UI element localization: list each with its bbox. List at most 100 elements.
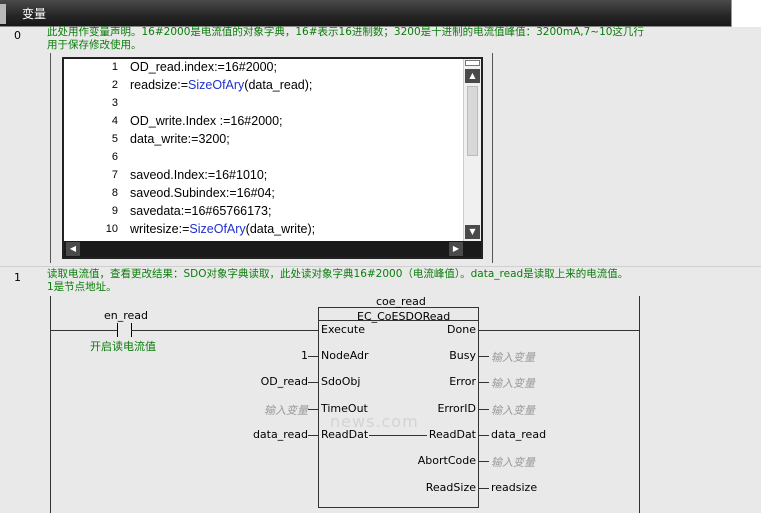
code-text[interactable]: OD_read.index:=16#2000; [130,60,277,74]
line-number: 3 [111,97,118,109]
code-text[interactable]: saveod.Subindex:=16#04; [130,186,275,200]
wire-rail-to-contact [50,330,117,331]
code-line[interactable]: 6 [64,149,464,167]
code-line[interactable]: 8 saveod.Subindex:=16#04; [64,185,464,203]
code-text-post: (data_read); [244,78,313,92]
inline-st-editor[interactable]: 1 OD_read.index:=16#2000; 2 readsize:=SizeO… [62,57,483,259]
code-line[interactable]: 9 savedata:=16#65766173; [64,203,464,221]
input-wire [308,409,318,410]
output-wire [479,409,489,410]
header-accent [0,4,6,24]
code-text-pre: OD_write.Index :=16#2000; [130,114,283,128]
left-power-rail [50,296,51,513]
fb-input-variable[interactable]: data_read [253,428,308,441]
scrollbar-thumb[interactable] [467,86,478,156]
fb-output-variable[interactable]: 输入变量 [491,402,535,418]
output-wire [479,488,489,489]
line-number: 9 [111,205,118,217]
code-lines[interactable]: 1 OD_read.index:=16#2000; 2 readsize:=SizeO… [64,59,464,241]
line-number: 8 [111,187,118,199]
fb-output-variable[interactable]: 输入变量 [491,349,535,365]
fb-input-pin[interactable]: NodeAdr [321,349,369,362]
line-number: 2 [111,79,118,91]
fb-instance-name[interactable]: coe_read [376,295,426,308]
code-line[interactable]: 7 saveod.Index:=16#1010; [64,167,464,185]
scroll-down-icon[interactable]: ▼ [465,225,480,239]
line-number: 4 [111,115,118,127]
fb-output-pin[interactable]: ReadSize [426,481,476,494]
code-text[interactable]: readsize:=SizeOfAry(data_read); [130,78,312,92]
code-line[interactable]: 1 OD_read.index:=16#2000; [64,59,464,77]
scroll-right-icon[interactable]: ▶ [449,242,463,256]
scroll-left-icon[interactable]: ◀ [66,242,80,256]
variables-header: 变量 [0,0,761,27]
code-text-pre: OD_read.index:=16#2000; [130,60,277,74]
fb-output-pin[interactable]: Error [449,375,476,388]
fb-output-pin[interactable]: Busy [449,349,476,362]
fb-output-pin[interactable]: Done [447,323,476,336]
wire-done-to-rail [479,330,639,331]
output-wire [479,461,489,462]
rung-0-comment-line2: 用于保存修改使用。 [47,39,142,51]
line-number: 5 [111,133,118,145]
input-wire [308,435,318,436]
contact-comment: 开启读电流值 [90,340,156,353]
code-line[interactable]: 4 OD_write.Index :=16#2000; [64,113,464,131]
line-number: 10 [105,223,118,235]
line-number: 6 [111,151,118,163]
rung-divider [0,266,761,267]
fb-input-variable[interactable]: 1 [301,349,308,362]
scroll-up-icon[interactable]: ▲ [465,69,480,83]
code-text-pre: saveod.Subindex:=16#04; [130,186,275,200]
fb-input-pin[interactable]: Execute [321,323,365,336]
header-right-panel [731,0,761,27]
code-text[interactable]: saveod.Index:=16#1010; [130,168,267,182]
code-text-pre: data_write:=3200; [130,132,230,146]
code-text[interactable]: data_write:=3200; [130,132,230,146]
input-wire [308,382,318,383]
code-line[interactable]: 3 [64,95,464,113]
wire-contact-to-block [131,330,318,331]
fb-input-variable[interactable]: 输入变量 [264,402,308,418]
right-power-rail [639,296,640,513]
fb-output-pin[interactable]: ReadDat [429,428,476,441]
rung-number-1: 1 [14,271,21,284]
code-line[interactable]: 5 data_write:=3200; [64,131,464,149]
fb-output-variable[interactable]: data_read [491,428,546,441]
rung-1-comment-line2: 1是节点地址。 [47,281,117,293]
output-wire [479,382,489,383]
line-number: 1 [111,61,118,73]
fb-output-pin[interactable]: AbortCode [418,454,476,467]
output-wire [479,356,489,357]
code-text[interactable]: OD_write.Index :=16#2000; [130,114,283,128]
code-text[interactable]: writesize:=SizeOfAry(data_write); [130,222,315,236]
header-title: 变量 [22,7,47,21]
fb-output-variable[interactable]: readsize [491,481,537,494]
input-wire [308,356,318,357]
fb-output-variable[interactable]: 输入变量 [491,454,535,470]
rung-1-comment-line1: 读取电流值，查看更改结果：SDO对象字典读取，此处读对象字典16#2000（电流… [47,268,629,280]
fb-input-pin[interactable]: SdoObj [321,375,360,388]
scrollbar-cap [465,60,480,66]
code-text-pre: writesize:= [130,222,190,236]
line-number: 7 [111,169,118,181]
fb-type-name: EC_CoESDORead [357,310,451,323]
code-line[interactable]: 2 readsize:=SizeOfAry(data_read); [64,77,464,95]
code-line[interactable]: 10 writesize:=SizeOfAry(data_write); [64,221,464,239]
function-name: SizeOfAry [189,222,246,236]
fb-output-pin[interactable]: ErrorID [437,402,476,415]
horizontal-scrollbar[interactable]: ◀ ▶ [64,241,481,257]
code-text-pre: saveod.Index:=16#1010; [130,168,268,182]
rung-1-comment: 读取电流值，查看更改结果：SDO对象字典读取，此处读对象字典16#2000（电流… [47,268,628,294]
fb-output-variable[interactable]: 输入变量 [491,375,535,391]
contact-variable[interactable]: en_read [104,309,148,322]
function-name: SizeOfAry [188,78,245,92]
code-text-post: (data_write); [245,222,316,236]
contact-en-read-left[interactable] [117,323,118,337]
fb-input-variable[interactable]: OD_read [261,375,308,388]
code-text[interactable]: savedata:=16#65766173; [130,204,271,218]
readdat-inout-link [369,435,427,436]
code-text-pre: readsize:= [130,78,189,92]
vertical-scrollbar[interactable]: ▲ ▼ [463,59,481,241]
rung-0-comment-line1: 此处用作变量声明。16#2000是电流值的对象字典，16#表示16进制数；320… [47,26,644,38]
